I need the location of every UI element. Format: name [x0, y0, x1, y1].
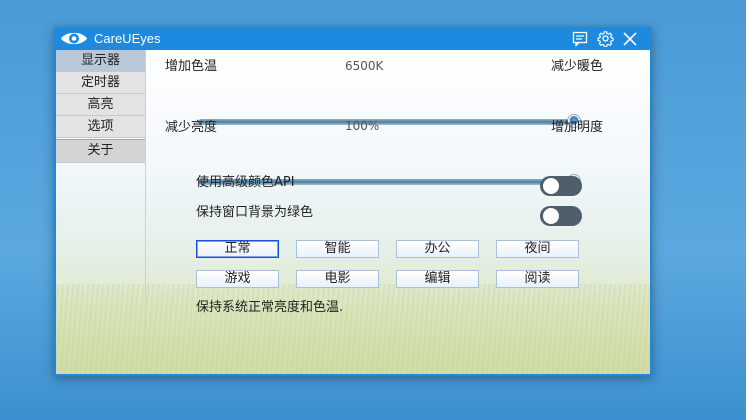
app-title: CareUEyes	[94, 31, 161, 46]
client-area: 显示器 定时器 高亮 选项 关于 增加色温 6500K 减少暖色 减少亮度 10…	[56, 50, 650, 374]
preset-description: 保持系统正常亮度和色温.	[196, 300, 344, 315]
sidebar-item-timer[interactable]: 定时器	[56, 72, 145, 94]
color-temp-slider[interactable]	[198, 114, 581, 130]
preset-normal-button[interactable]: 正常	[196, 240, 279, 258]
preset-office-button[interactable]: 办公	[396, 240, 479, 258]
sidebar-item-label: 选项	[87, 119, 114, 134]
toggle-knob	[543, 178, 559, 194]
brightness-right-label: 增加明度	[551, 120, 604, 135]
sidebar-item-highlight[interactable]: 高亮	[56, 94, 145, 116]
eye-logo-icon	[61, 32, 87, 45]
feedback-button[interactable]	[570, 29, 590, 48]
settings-button[interactable]	[595, 29, 615, 48]
slider-track	[198, 119, 581, 125]
preset-edit-button[interactable]: 编辑	[396, 270, 479, 288]
sidebar-item-label: 定时器	[80, 75, 120, 90]
sidebar-item-about[interactable]: 关于	[56, 139, 145, 163]
app-window: CareUEyes 显示器 定时器 高亮 选项 关于 增加色温 6500K 减少…	[54, 27, 652, 376]
sidebar-item-label: 高亮	[87, 97, 114, 112]
color-temp-left-label: 增加色温	[165, 59, 218, 74]
feedback-icon	[572, 31, 588, 47]
close-button[interactable]	[620, 29, 640, 48]
color-temp-right-label: 减少暖色	[551, 59, 604, 74]
preset-night-button[interactable]: 夜间	[496, 240, 579, 258]
sidebar-item-options[interactable]: 选项	[56, 116, 145, 138]
preset-game-button[interactable]: 游戏	[196, 270, 279, 288]
preset-smart-button[interactable]: 智能	[296, 240, 379, 258]
close-icon	[623, 31, 637, 46]
preset-reading-button[interactable]: 阅读	[496, 270, 579, 288]
advanced-api-toggle[interactable]	[540, 176, 582, 196]
preset-movie-button[interactable]: 电影	[296, 270, 379, 288]
green-bg-toggle[interactable]	[540, 206, 582, 226]
brightness-left-label: 减少亮度	[165, 120, 218, 135]
green-bg-label: 保持窗口背景为绿色	[196, 205, 314, 220]
sidebar-item-display[interactable]: 显示器	[56, 50, 145, 72]
color-temp-value: 6500K	[345, 59, 384, 73]
sidebar-item-label: 显示器	[80, 53, 120, 68]
gear-icon	[596, 31, 614, 47]
toggle-knob	[543, 208, 559, 224]
sidebar: 显示器 定时器 高亮 选项 关于	[56, 50, 146, 374]
brightness-value: 100%	[345, 119, 380, 133]
advanced-api-label: 使用高级颜色API	[196, 175, 295, 190]
sidebar-item-label: 关于	[87, 143, 114, 158]
title-bar[interactable]: CareUEyes	[54, 27, 652, 50]
